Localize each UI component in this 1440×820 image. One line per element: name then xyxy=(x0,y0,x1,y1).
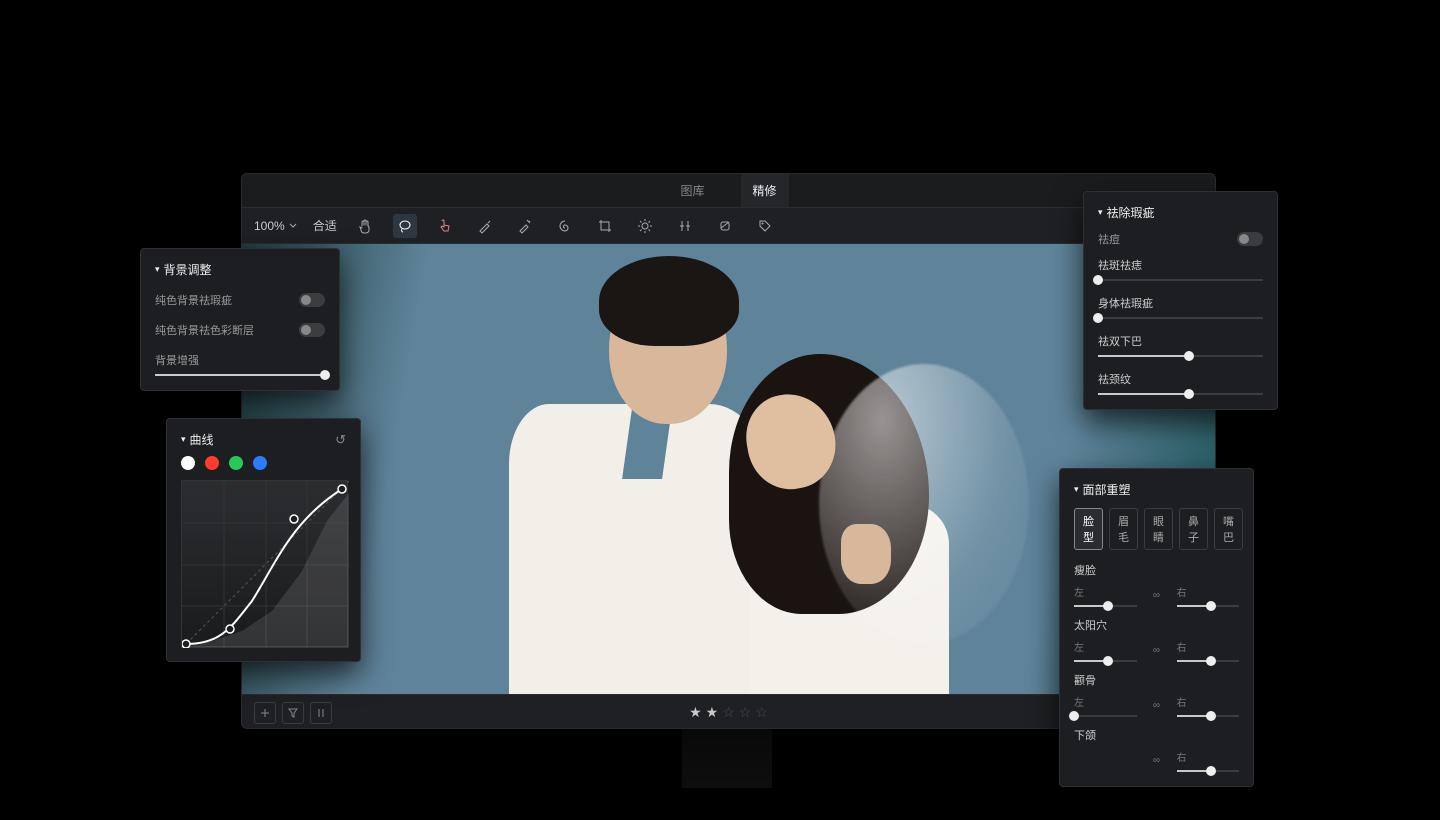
thin-left-slider[interactable] xyxy=(1074,605,1137,607)
face-tabs: 脸型 眉毛 眼睛 鼻子 嘴巴 xyxy=(1074,508,1239,550)
lasso-tool-icon[interactable] xyxy=(393,214,417,238)
link-icon[interactable]: ∞ xyxy=(1149,755,1165,767)
heal-brush-icon[interactable] xyxy=(473,214,497,238)
compare-button[interactable] xyxy=(310,702,332,724)
toolbar: 100% 合适 xyxy=(242,208,1215,244)
link-icon[interactable]: ∞ xyxy=(1149,700,1165,712)
temple-right-slider[interactable] xyxy=(1177,660,1240,662)
jaw-right-slider[interactable] xyxy=(1177,770,1240,772)
zoom-value: 100% xyxy=(254,219,285,233)
funnel-icon xyxy=(287,707,299,719)
clone-brush-icon[interactable] xyxy=(513,214,537,238)
star-2[interactable]: ★ xyxy=(706,704,719,721)
panel-curves-title[interactable]: ▾ 曲线 xyxy=(181,431,214,448)
link-icon[interactable]: ∞ xyxy=(1149,645,1165,657)
star-1[interactable]: ★ xyxy=(689,704,702,721)
link-icon[interactable]: ∞ xyxy=(1149,590,1165,602)
rating-stars[interactable]: ★ ★ ☆ ☆ ☆ xyxy=(689,704,768,721)
face-tab-mouth[interactable]: 嘴巴 xyxy=(1214,508,1243,550)
star-5[interactable]: ☆ xyxy=(755,704,768,721)
curve-channel-blue[interactable] xyxy=(253,456,267,470)
bg-row2-toggle[interactable] xyxy=(299,323,325,337)
blem-neck-slider[interactable] xyxy=(1098,393,1263,395)
plus-icon xyxy=(259,707,271,719)
curves-reset-icon[interactable]: ↺ xyxy=(335,432,346,448)
face-tab-eye[interactable]: 眼睛 xyxy=(1144,508,1173,550)
face-thin-label: 瘦脸 xyxy=(1074,562,1239,578)
filter-button[interactable] xyxy=(282,702,304,724)
swirl-tool-icon[interactable] xyxy=(553,214,577,238)
blem-spot-slider[interactable] xyxy=(1098,279,1263,281)
curve-channel-green[interactable] xyxy=(229,456,243,470)
bg-row2-label: 纯色背景祛色彩断层 xyxy=(155,322,254,338)
bg-enhance-slider[interactable] xyxy=(155,374,325,376)
curve-channel-dots xyxy=(181,456,346,470)
blem-neck-label: 祛颈纹 xyxy=(1098,371,1263,387)
tag-tool-icon[interactable] xyxy=(753,214,777,238)
star-3[interactable]: ☆ xyxy=(722,704,735,721)
panel-background-adjust: ▾ 背景调整 纯色背景祛瑕疵 纯色背景祛色彩断层 背景增强 xyxy=(140,248,340,391)
panel-curves: ▾ 曲线 ↺ xyxy=(166,418,361,662)
cheek-right-slider[interactable] xyxy=(1177,715,1240,717)
chevron-down-icon xyxy=(289,222,297,230)
caret-down-icon: ▾ xyxy=(155,264,160,275)
curve-channel-red[interactable] xyxy=(205,456,219,470)
thin-right-slider[interactable] xyxy=(1177,605,1240,607)
face-tab-nose[interactable]: 鼻子 xyxy=(1179,508,1208,550)
crop-tool-icon[interactable] xyxy=(593,214,617,238)
bg-row1-toggle[interactable] xyxy=(299,293,325,307)
bars-icon xyxy=(315,707,327,719)
right-label: 右 xyxy=(1177,584,1240,599)
panel-face-reshape: ▾ 面部重塑 脸型 眉毛 眼睛 鼻子 嘴巴 瘦脸 左 ∞ 右 太阳穴 左 xyxy=(1059,468,1254,787)
star-4[interactable]: ☆ xyxy=(739,704,752,721)
face-cheek-label: 颧骨 xyxy=(1074,672,1239,688)
bg-row3-label: 背景增强 xyxy=(155,355,199,367)
caret-down-icon: ▾ xyxy=(1074,484,1079,495)
blem-chin-slider[interactable] xyxy=(1098,355,1263,357)
panel-blemish: ▾ 祛除瑕疵 祛痘 祛斑祛痣 身体祛瑕疵 祛双下巴 祛颈纹 xyxy=(1083,191,1278,410)
curves-graph[interactable] xyxy=(181,480,348,647)
caret-down-icon: ▾ xyxy=(181,434,186,445)
panel-blemish-title[interactable]: ▾ 祛除瑕疵 xyxy=(1098,204,1263,221)
blem-body-label: 身体祛瑕疵 xyxy=(1098,295,1263,311)
cheek-left-slider[interactable] xyxy=(1074,715,1137,717)
face-tab-shape[interactable]: 脸型 xyxy=(1074,508,1103,550)
photo-illustration xyxy=(449,244,1009,694)
blem-chin-label: 祛双下巴 xyxy=(1098,333,1263,349)
tab-refine[interactable]: 精修 xyxy=(741,174,789,207)
caret-down-icon: ▾ xyxy=(1098,207,1103,218)
face-tab-brow[interactable]: 眉毛 xyxy=(1109,508,1138,550)
brightness-tool-icon[interactable] xyxy=(633,214,657,238)
left-label: 左 xyxy=(1074,584,1137,599)
fit-button[interactable]: 合适 xyxy=(313,217,337,234)
hand-tool-icon[interactable] xyxy=(353,214,377,238)
curve-channel-white[interactable] xyxy=(181,456,195,470)
add-button[interactable] xyxy=(254,702,276,724)
blem-acne-label: 祛痘 xyxy=(1098,231,1120,247)
patch-tool-icon[interactable] xyxy=(713,214,737,238)
bg-row1-label: 纯色背景祛瑕疵 xyxy=(155,292,232,308)
blem-acne-toggle[interactable] xyxy=(1237,232,1263,246)
top-tab-bar: 图库 精修 xyxy=(242,174,1215,208)
face-temple-label: 太阳穴 xyxy=(1074,617,1239,633)
panel-bg-title[interactable]: ▾ 背景调整 xyxy=(155,261,325,278)
panel-face-title[interactable]: ▾ 面部重塑 xyxy=(1074,481,1239,498)
blem-spot-label: 祛斑祛痣 xyxy=(1098,257,1263,273)
zoom-dropdown[interactable]: 100% xyxy=(254,219,297,233)
monitor-stand xyxy=(682,728,772,788)
temple-left-slider[interactable] xyxy=(1074,660,1137,662)
finger-tool-icon[interactable] xyxy=(433,214,457,238)
flip-tool-icon[interactable] xyxy=(673,214,697,238)
face-jaw-label: 下颌 xyxy=(1074,727,1239,743)
tab-library[interactable]: 图库 xyxy=(668,174,716,207)
blem-body-slider[interactable] xyxy=(1098,317,1263,319)
